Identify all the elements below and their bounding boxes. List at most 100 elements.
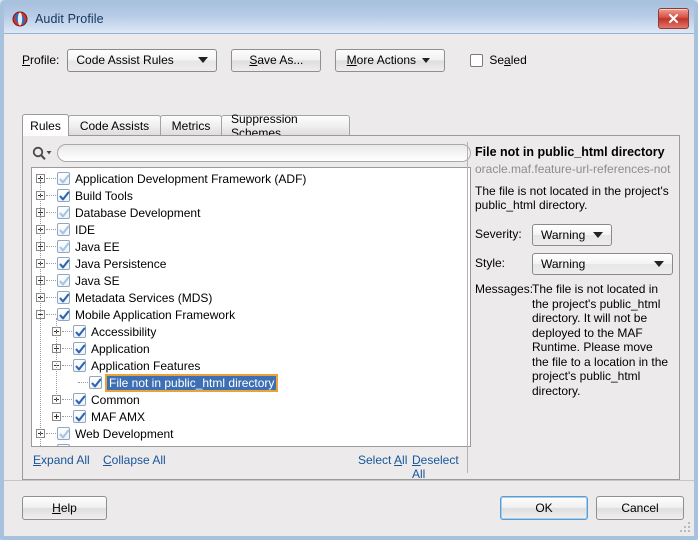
check-icon [59, 259, 70, 269]
rule-title: File not in public_html directory [475, 145, 665, 159]
check-icon [59, 293, 70, 303]
tree-connector [62, 347, 72, 350]
tree-item-checkbox[interactable] [57, 274, 70, 287]
tree-item-checkbox[interactable] [73, 325, 86, 338]
search-row [31, 143, 471, 163]
messages-row: Messages: The file is not located in the… [475, 282, 673, 398]
tree-item[interactable]: IDE [32, 221, 470, 238]
tree-item-label: Web Services [75, 444, 149, 447]
help-button[interactable]: Help [22, 496, 107, 520]
tree-toggle-plus-icon[interactable] [52, 412, 61, 421]
tab-rules[interactable]: Rules [22, 114, 69, 136]
style-select[interactable]: Warning [532, 253, 673, 275]
tree-item-checkbox[interactable] [57, 427, 70, 440]
tree-item-checkbox[interactable] [57, 444, 70, 447]
tree-connector [78, 381, 88, 384]
chevron-down-icon [422, 57, 431, 63]
ok-button[interactable]: OK [500, 496, 588, 520]
close-button[interactable] [658, 8, 689, 29]
tree-toggle-plus-icon[interactable] [36, 446, 45, 447]
tree-connector [46, 313, 56, 316]
tree-connector [46, 228, 56, 231]
profile-select-value: Code Assist Rules [76, 53, 174, 67]
ok-label: OK [535, 501, 553, 515]
tab-metrics[interactable]: Metrics [160, 115, 222, 136]
severity-select[interactable]: Warning [532, 224, 612, 246]
tree-item[interactable]: Common [32, 391, 470, 408]
tree-guide-line [56, 318, 58, 402]
tree-item[interactable]: Database Development [32, 204, 470, 221]
tree-item[interactable]: File not in public_html directory [32, 373, 470, 392]
tree-item-checkbox[interactable] [73, 410, 86, 423]
profile-select[interactable]: Code Assist Rules [67, 48, 218, 72]
tree-item[interactable]: Build Tools [32, 187, 470, 204]
tree-item[interactable]: Application [32, 340, 470, 357]
tree-item[interactable]: MAF AMX [32, 408, 470, 425]
tree-item-checkbox[interactable] [57, 206, 70, 219]
tree-connector [46, 211, 56, 214]
check-icon [75, 327, 86, 337]
tree-item-checkbox[interactable] [73, 359, 86, 372]
tab-metrics-label: Metrics [171, 119, 211, 133]
save-as-button[interactable]: Save As... [231, 48, 322, 72]
tree-item[interactable]: Application Features [32, 357, 470, 374]
tree-item[interactable]: Java EE [32, 238, 470, 255]
tree-item-checkbox[interactable] [57, 257, 70, 270]
tree-item[interactable]: Mobile Application Framework [32, 306, 470, 323]
tree-item-checkbox[interactable] [57, 291, 70, 304]
resize-grip-icon[interactable] [679, 521, 692, 534]
tree-item[interactable]: Web Services [32, 442, 470, 447]
tree-item-label: Application [91, 341, 150, 356]
rules-tree[interactable]: Application Development Framework (ADF) B… [31, 167, 471, 447]
select-all-link[interactable]: Select All [358, 453, 407, 467]
collapse-all-link[interactable]: Collapse All [103, 453, 166, 467]
tree-guide-line [40, 178, 42, 446]
tree-item-checkbox[interactable] [73, 393, 86, 406]
tree-item[interactable]: Java SE [32, 272, 470, 289]
check-icon [59, 446, 70, 447]
profile-toolbar: Profile: Code Assist Rules Save As... Mo… [22, 48, 680, 72]
tree-item-checkbox[interactable] [57, 189, 70, 202]
tab-code-assists-label: Code Assists [79, 119, 150, 133]
audit-profile-dialog: Audit Profile Profile: Code Assist Rules… [0, 0, 698, 540]
tree-item-checkbox[interactable] [89, 376, 102, 389]
tree-item-label: MAF AMX [91, 409, 146, 424]
tree-item-label: Database Development [75, 205, 201, 220]
tree-item[interactable]: Application Development Framework (ADF) [32, 170, 470, 187]
tree-item-checkbox[interactable] [57, 172, 70, 185]
more-actions-button[interactable]: More Actions [335, 48, 446, 72]
tree-connector [46, 177, 56, 180]
tree-item[interactable]: Metadata Services (MDS) [32, 289, 470, 306]
tree-item-label: Java EE [75, 239, 120, 254]
deselect-all-link[interactable]: Deselect All [412, 453, 471, 481]
tree-connector [46, 432, 56, 435]
tree-item-checkbox[interactable] [57, 308, 70, 321]
sealed-checkbox[interactable]: Sealed [470, 53, 527, 67]
tree-item[interactable]: Java Persistence [32, 255, 470, 272]
check-icon [59, 242, 70, 252]
tree-actions: Expand All Collapse All Select All Desel… [31, 453, 471, 481]
tree-connector [62, 330, 72, 333]
cancel-button[interactable]: Cancel [596, 496, 684, 520]
tree-item-checkbox[interactable] [57, 223, 70, 236]
messages-value: The file is not located in the project's… [532, 282, 669, 398]
search-input[interactable] [57, 144, 471, 162]
tree-item-checkbox[interactable] [73, 342, 86, 355]
tab-code-assists[interactable]: Code Assists [68, 115, 161, 136]
tree-item[interactable]: Web Development [32, 425, 470, 442]
panel-splitter[interactable] [467, 142, 468, 473]
tab-strip: Rules Code Assists Metrics Suppression S… [22, 112, 680, 140]
tree-item[interactable]: Accessibility [32, 323, 470, 340]
check-icon [59, 225, 70, 235]
rule-id: oracle.maf.feature-url-references-not ..… [475, 162, 673, 176]
chevron-down-icon [654, 261, 664, 267]
search-icon[interactable] [31, 144, 57, 162]
check-icon [59, 310, 70, 320]
tab-suppression-schemes[interactable]: Suppression Schemes [221, 112, 350, 140]
tree-item-label: Metadata Services (MDS) [75, 290, 213, 305]
check-icon [75, 412, 86, 422]
expand-all-link[interactable]: Expand All [33, 453, 90, 467]
tree-connector [62, 415, 72, 418]
sealed-checkbox-box [470, 53, 484, 67]
tree-item-checkbox[interactable] [57, 240, 70, 253]
